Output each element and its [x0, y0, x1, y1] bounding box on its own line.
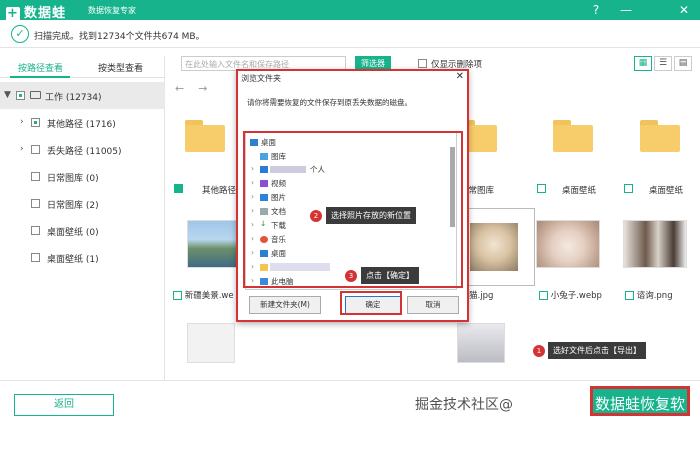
tab-by-type[interactable]: 按类型查看 — [98, 61, 143, 74]
tree-item-wallpaper-1[interactable]: 桌面壁纸 (1) — [0, 244, 165, 271]
export-button[interactable]: 数据蛙恢复软件 — [590, 386, 690, 443]
meeting-image — [623, 220, 687, 268]
view-tabs: 按路径查看 按类型查看 — [0, 56, 165, 78]
photo-tile[interactable] — [528, 208, 608, 298]
tree-item-other-path[interactable]: › 其他路径 (1716) — [0, 109, 165, 136]
help-icon[interactable]: ? — [588, 2, 604, 18]
item-checkbox[interactable] — [625, 291, 634, 300]
ok-highlight-box — [340, 291, 402, 315]
tree-item-wallpaper-0[interactable]: 桌面壁纸 (0) — [0, 217, 165, 244]
photo-tile[interactable] — [615, 208, 695, 298]
item-checkbox[interactable] — [539, 291, 548, 300]
app-name: 数据蛙 — [24, 6, 67, 21]
active-tab-indicator — [10, 76, 70, 78]
detail-view-icon[interactable]: ▤ — [674, 56, 692, 71]
tree-label: 日常图库 (0) — [47, 174, 99, 184]
close-icon[interactable]: ✕ — [676, 2, 692, 18]
item-checkbox[interactable] — [173, 291, 182, 300]
tree-checkbox[interactable] — [16, 91, 25, 100]
nav-arrows: ← → — [175, 82, 207, 95]
forward-arrow-icon[interactable]: → — [198, 82, 207, 95]
app-logo: + 数据蛙 — [6, 2, 66, 21]
chevron-right-icon[interactable]: › — [20, 117, 24, 127]
only-deleted-checkbox[interactable] — [418, 59, 427, 68]
tree-checkbox[interactable] — [31, 118, 40, 127]
step-2-callout: 选择照片存放的新位置 — [326, 207, 416, 224]
tree-checkbox[interactable] — [31, 145, 40, 154]
folder-tree: ▼ 工作 (12734) › 其他路径 (1716) › 丢失路径 (11005… — [0, 82, 165, 271]
folder-icon — [553, 120, 593, 152]
folder-icon — [185, 120, 225, 152]
step-3-callout: 点击【确定】 — [361, 267, 419, 284]
photo-label: 谘询.png — [625, 289, 673, 301]
check-circle-icon: ✓ — [11, 25, 29, 43]
tree-label: 丢失路径 (11005) — [47, 147, 122, 157]
rabbit-image — [536, 220, 600, 268]
title-bar: + 数据蛙 数据恢复专家 ? — ✕ — [0, 0, 700, 21]
left-panel: 按路径查看 按类型查看 ▼ 工作 (12734) › 其他路径 (1716) ›… — [0, 56, 165, 380]
photo-label: 新疆美景.we — [173, 289, 234, 301]
folder-label: 桌面壁纸 — [561, 186, 596, 196]
folder-tile[interactable]: 桌面壁纸 — [620, 98, 700, 196]
watermark: 掘金技术社区@ — [415, 397, 513, 413]
chevron-right-icon[interactable]: › — [20, 144, 24, 154]
scan-status-text: 扫描完成。找到12734个文件共674 MB。 — [34, 32, 205, 42]
tree-checkbox[interactable] — [31, 226, 40, 235]
back-button[interactable]: 返回 — [14, 394, 114, 416]
tree-label: 桌面壁纸 (0) — [47, 228, 99, 238]
tree-item-work[interactable]: ▼ 工作 (12734) — [0, 82, 165, 109]
usb-image[interactable] — [187, 323, 235, 363]
tree-label: 桌面壁纸 (1) — [47, 255, 99, 265]
tree-item-daily-2[interactable]: 日常图库 (2) — [0, 190, 165, 217]
bottom-bar: 返回 数据蛙恢复软件 — [0, 380, 700, 443]
tree-item-lost-path[interactable]: › 丢失路径 (11005) — [0, 136, 165, 163]
grid-view-icon[interactable]: ▦ — [634, 56, 652, 71]
chevron-down-icon[interactable]: ▼ — [4, 90, 11, 100]
tree-item-daily-0[interactable]: 日常图库 (0) — [0, 163, 165, 190]
app-subtitle: 数据恢复专家 — [88, 6, 136, 15]
photo-label: 小兔子.webp — [539, 289, 602, 301]
step-1-callout: 选好文件后点击【导出】 — [548, 342, 646, 359]
list-view-icon[interactable]: ☰ — [654, 56, 672, 71]
tree-label: 日常图库 (2) — [47, 201, 99, 211]
desk-image[interactable] — [457, 323, 505, 363]
tree-label: 其他路径 (1716) — [47, 120, 116, 130]
folder-label: 桌面壁纸 — [648, 186, 683, 196]
folder-tile[interactable]: 桌面壁纸 — [533, 98, 613, 196]
tree-label: 工作 (12734) — [45, 93, 102, 103]
photo-label: 猫.jpg — [469, 291, 494, 301]
back-arrow-icon[interactable]: ← — [175, 82, 184, 95]
step-1-badge: 1 — [533, 345, 545, 357]
status-bar: ✓ 扫描完成。找到12734个文件共674 MB。 — [0, 20, 700, 48]
tree-checkbox[interactable] — [31, 253, 40, 262]
folder-tile[interactable]: 其他路径 — [165, 98, 245, 196]
plus-icon: + — [6, 6, 20, 21]
tree-checkbox[interactable] — [31, 172, 40, 181]
tab-by-path[interactable]: 按路径查看 — [18, 61, 63, 74]
folder-icon — [640, 120, 680, 152]
tree-checkbox[interactable] — [31, 199, 40, 208]
minimize-icon[interactable]: — — [618, 2, 634, 18]
drive-icon — [30, 91, 41, 99]
step-3-badge: 3 — [345, 270, 357, 282]
cat-image — [470, 223, 518, 271]
step-2-badge: 2 — [310, 210, 322, 222]
